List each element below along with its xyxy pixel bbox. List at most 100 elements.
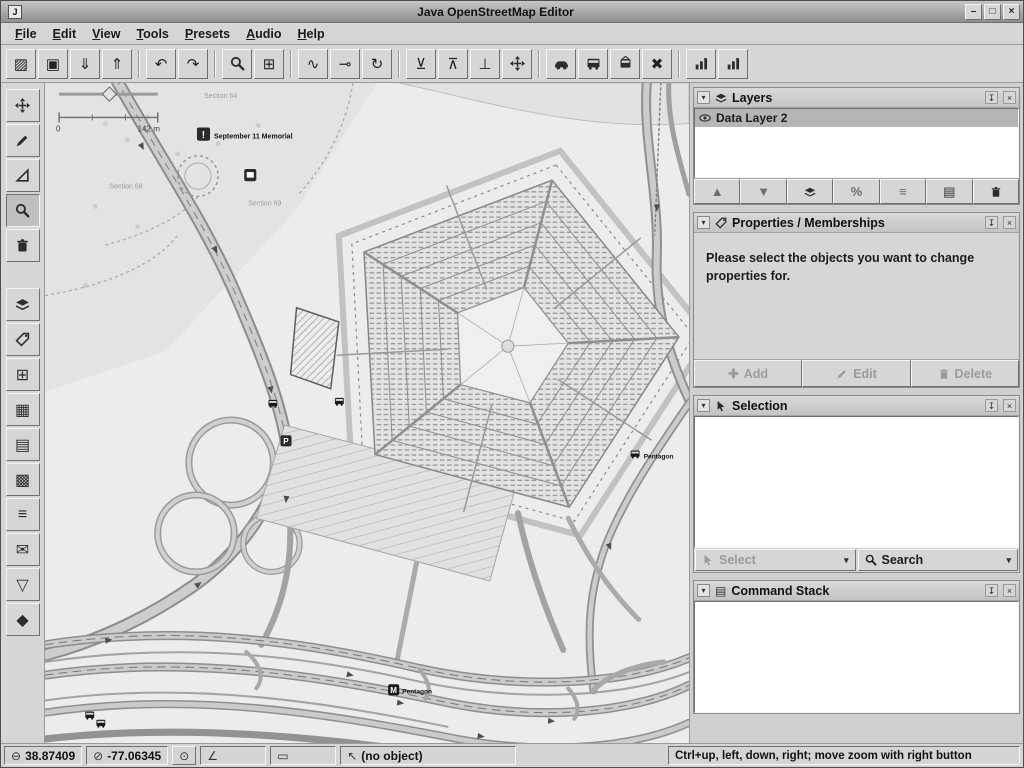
toggle-selection[interactable]: ⊞ — [6, 358, 40, 391]
bus-routes-button[interactable] — [578, 49, 608, 79]
map-area[interactable]: P M ! Section 64 Section 68 Section 69 S… — [45, 83, 689, 743]
toggle-command-stack[interactable]: ▤ — [6, 428, 40, 461]
draw-node-tool[interactable] — [6, 124, 40, 157]
menu-audio[interactable]: Audio — [238, 25, 289, 43]
layer-delete-button[interactable] — [973, 179, 1019, 204]
collapse-icon[interactable]: ▾ — [697, 91, 710, 104]
follow-line-icon: ⊸ — [339, 55, 352, 73]
draw-way-button[interactable]: ∿ — [298, 49, 328, 79]
selection-panel-header: ▾ Selection ↧ × — [694, 396, 1019, 416]
chevron-down-icon[interactable]: ▾ — [1006, 555, 1011, 566]
toggle-relations[interactable]: ▦ — [6, 393, 40, 426]
menu-edit[interactable]: Edit — [45, 25, 85, 43]
waypoints-button[interactable] — [686, 49, 716, 79]
undo-button[interactable]: ↶ — [146, 49, 176, 79]
layer-down-button[interactable]: ▼ — [740, 179, 786, 204]
pin-icon[interactable]: ↧ — [985, 91, 998, 104]
upload-button[interactable]: ⇑ — [102, 49, 132, 79]
titlebar[interactable]: J Java OpenStreetMap Editor – □ × — [1, 1, 1023, 23]
close-icon[interactable]: × — [1003, 584, 1016, 597]
bus-icon — [586, 56, 601, 71]
close-icon[interactable]: × — [1003, 91, 1016, 104]
properties-panel-header: ▾ Properties / Memberships ↧ × — [694, 213, 1019, 233]
latitude-value: 38.87409 — [25, 749, 75, 763]
layer-merge-button[interactable] — [787, 179, 833, 204]
delete-icon: ✖ — [651, 55, 664, 73]
split-way-button[interactable]: ⊻ — [406, 49, 436, 79]
collapse-icon[interactable]: ▾ — [697, 584, 710, 597]
magnifier-icon — [865, 554, 877, 566]
pin-icon[interactable]: ↧ — [985, 216, 998, 229]
collapse-icon[interactable]: ▾ — [697, 399, 710, 412]
preferences-button[interactable]: ⊞ — [254, 49, 284, 79]
close-icon[interactable]: × — [1003, 216, 1016, 229]
pan-button[interactable] — [502, 49, 532, 79]
unglue-button[interactable]: ⊥ — [470, 49, 500, 79]
toggle-layers[interactable] — [6, 288, 40, 321]
latitude-field[interactable]: ⊖ 38.87409 — [4, 746, 82, 765]
search-button[interactable]: Search ▾ — [858, 549, 1019, 571]
tram-routes-button[interactable] — [610, 49, 640, 79]
hatched-area — [291, 308, 339, 389]
layers-list[interactable]: Data Layer 2 — [694, 108, 1019, 178]
add-button[interactable]: ✚ Add — [694, 360, 802, 387]
command-stack-list[interactable] — [694, 601, 1019, 713]
close-button[interactable]: × — [1003, 4, 1020, 20]
toggle-validator[interactable]: ▩ — [6, 463, 40, 496]
pin-icon[interactable]: ↧ — [985, 399, 998, 412]
layer-rename-button[interactable]: ≡ — [880, 179, 926, 204]
refresh-icon: ↻ — [371, 55, 384, 73]
menu-view[interactable]: View — [84, 25, 128, 43]
delete-mode-button[interactable]: ✖ — [642, 49, 672, 79]
menu-presets[interactable]: Presets — [177, 25, 238, 43]
redo-button[interactable]: ↷ — [178, 49, 208, 79]
tag-icon — [715, 217, 727, 229]
pin-icon[interactable]: ↧ — [985, 584, 998, 597]
toggle-filter[interactable]: ▽ — [6, 568, 40, 601]
layer-opacity-button[interactable]: % — [833, 179, 879, 204]
close-icon[interactable]: × — [1003, 399, 1016, 412]
zoom-to-selection-button[interactable] — [222, 49, 252, 79]
maximize-button[interactable]: □ — [984, 4, 1001, 20]
layers-icon — [15, 297, 30, 312]
main-region: ⊞ ▦ ▤ ▩ ≡ ✉ ▽ ◆ — [1, 83, 1023, 743]
measure-tool[interactable] — [6, 159, 40, 192]
select-button[interactable]: Select ▾ — [695, 549, 856, 571]
audio-markers-button[interactable] — [718, 49, 748, 79]
toolbar-separator — [538, 50, 540, 78]
select-tool[interactable] — [6, 89, 40, 122]
follow-line-button[interactable]: ⊸ — [330, 49, 360, 79]
selection-list[interactable] — [694, 416, 1019, 548]
envelope-icon: ✉ — [16, 540, 29, 560]
open-button[interactable]: ▨ — [6, 49, 36, 79]
layer-up-button[interactable]: ▲ — [694, 179, 740, 204]
minimize-button[interactable]: – — [965, 4, 982, 20]
layer-duplicate-button[interactable]: ▤ — [926, 179, 972, 204]
toggle-properties[interactable] — [6, 323, 40, 356]
jump-to-position-button[interactable]: ⊙ — [172, 746, 196, 765]
chevron-down-icon[interactable]: ▾ — [844, 555, 849, 566]
download-button[interactable]: ⇓ — [70, 49, 100, 79]
car-routes-button[interactable] — [546, 49, 576, 79]
command-stack-panel: ▾ ▤ Command Stack ↧ × — [693, 580, 1020, 714]
toggle-notes[interactable]: ✉ — [6, 533, 40, 566]
object-field: ↖ (no object) — [340, 746, 516, 765]
delete-tool[interactable] — [6, 229, 40, 262]
command-stack-icon: ▤ — [715, 584, 726, 598]
toggle-minimap[interactable]: ≡ — [6, 498, 40, 531]
map-canvas[interactable]: P M ! Section 64 Section 68 Section 69 S… — [45, 83, 689, 743]
menu-tools[interactable]: Tools — [128, 25, 176, 43]
collapse-icon[interactable]: ▾ — [697, 216, 710, 229]
menu-help[interactable]: Help — [289, 25, 332, 43]
save-button[interactable]: ▣ — [38, 49, 68, 79]
layer-visible-icon[interactable] — [699, 112, 711, 124]
longitude-field[interactable]: ⊘ -77.06345 — [86, 746, 168, 765]
zoom-tool[interactable] — [6, 194, 40, 227]
menu-file[interactable]: File — [7, 25, 45, 43]
toggle-changesets[interactable]: ◆ — [6, 603, 40, 636]
layer-row-data-layer-2[interactable]: Data Layer 2 — [695, 109, 1018, 127]
edit-button[interactable]: Edit — [802, 360, 910, 387]
delete-button[interactable]: Delete — [911, 360, 1019, 387]
refresh-button[interactable]: ↻ — [362, 49, 392, 79]
combine-way-button[interactable]: ⊼ — [438, 49, 468, 79]
